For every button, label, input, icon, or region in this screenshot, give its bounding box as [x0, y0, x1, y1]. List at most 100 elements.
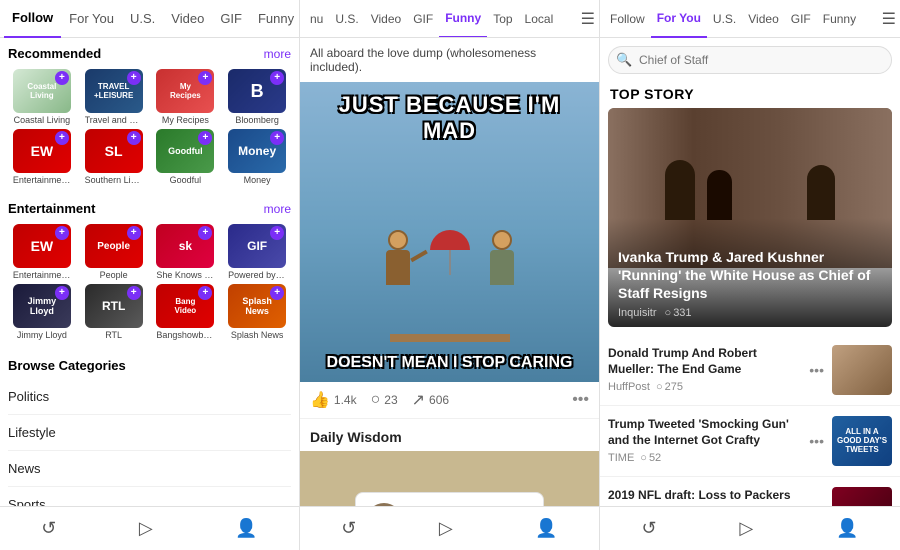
channel-jimmy[interactable]: JimmyLloyd + Jimmy Lloyd	[8, 284, 76, 340]
channel-gif[interactable]: GIF + Powered by Gfycat	[223, 224, 291, 280]
right-nav-us[interactable]: U.S.	[707, 0, 742, 38]
right-home-button[interactable]: ↺	[641, 518, 656, 539]
entertainment-more[interactable]: more	[264, 202, 291, 216]
channel-people-name: People	[100, 270, 128, 280]
figure2-head	[492, 230, 512, 250]
right-nav: Follow For You U.S. Video GIF Funny ☰	[600, 0, 900, 38]
comment-icon: ○	[656, 381, 663, 393]
left-nav-gif[interactable]: GIF	[212, 0, 250, 38]
right-nav-video[interactable]: Video	[742, 0, 784, 38]
channel-jimmy-name: Jimmy Lloyd	[17, 330, 67, 340]
mid-nav-menu-icon[interactable]: ☰	[581, 9, 595, 29]
channel-money[interactable]: Money + Money	[223, 129, 291, 185]
channel-bang[interactable]: BangVideo + Bangshowbiz Video	[152, 284, 220, 340]
news-item-trump-mueller[interactable]: Donald Trump And Robert Mueller: The End…	[600, 335, 900, 406]
left-nav-for-you[interactable]: For You	[61, 0, 122, 38]
channel-money-name: Money	[244, 175, 271, 185]
comment-button[interactable]: ○ 23	[371, 391, 398, 409]
post2-image: WB Warren Buffett @WarrenBuffettHQ You w…	[300, 451, 599, 506]
featured-overlay: Ivanka Trump & Jared Kushner 'Running' t…	[608, 218, 892, 327]
browse-news[interactable]: News	[8, 451, 291, 487]
right-profile-button[interactable]: 👤	[836, 518, 858, 539]
mid-nav-funny[interactable]: Funny	[439, 0, 487, 38]
recommended-more[interactable]: more	[264, 47, 291, 61]
entertainment-title: Entertainment	[8, 201, 264, 216]
browse-sports[interactable]: Sports	[8, 487, 291, 506]
umbrella-pole	[449, 250, 451, 275]
left-nav-follow[interactable]: Follow	[4, 0, 61, 38]
browse-politics[interactable]: Politics	[8, 379, 291, 415]
mid-nav-us[interactable]: U.S.	[329, 0, 364, 38]
channel-splash-name: Splash News	[231, 330, 284, 340]
channel-sl[interactable]: SL + Southern Living	[80, 129, 148, 185]
news-item-smocking[interactable]: Trump Tweeted 'Smocking Gun' and the Int…	[600, 406, 900, 477]
right-nav-follow[interactable]: Follow	[604, 0, 651, 38]
share-button[interactable]: ↗ 606	[412, 390, 449, 410]
right-bottom-nav: ↺ ▷ 👤	[600, 506, 900, 550]
channel-travel[interactable]: TRAVEL+LEISURE + Travel and Leisure	[80, 69, 148, 125]
channel-bloomberg[interactable]: B + Bloomberg	[223, 69, 291, 125]
search-input[interactable]	[608, 46, 892, 74]
comment-icon: ○	[640, 452, 647, 464]
left-home-button[interactable]: ↺	[41, 518, 56, 539]
umbrella-top	[430, 230, 470, 250]
entertainment-channels: EW + Entertainment Weekly People + Peopl…	[0, 220, 299, 348]
mid-nav-top[interactable]: Top	[487, 0, 518, 38]
mid-play-button[interactable]: ▷	[439, 518, 453, 539]
mid-nav-local[interactable]: Local	[519, 0, 560, 38]
mid-nav-gif[interactable]: GIF	[407, 0, 439, 38]
browse-section: Browse Categories Politics Lifestyle New…	[0, 348, 299, 506]
channel-goodful[interactable]: Goodful + Goodful	[152, 129, 220, 185]
news-more-1[interactable]: •••	[809, 362, 824, 378]
news-item-falcons[interactable]: 2019 NFL draft: Loss to Packers puts Fal…	[600, 477, 900, 506]
browse-lifestyle[interactable]: Lifestyle	[8, 415, 291, 451]
channel-myrecipes-name: My Recipes	[162, 115, 209, 125]
post1-actions: 👍 1.4k ○ 23 ↗ 606 •••	[300, 382, 599, 419]
channel-ew[interactable]: EW + Entertainment Weekly	[8, 129, 76, 185]
mid-nav-nu[interactable]: nu	[304, 0, 329, 38]
left-profile-button[interactable]: 👤	[235, 518, 257, 539]
featured-comment-count: 331	[673, 307, 691, 319]
mid-profile-button[interactable]: 👤	[535, 518, 557, 539]
share-count: 606	[429, 393, 449, 407]
comment-icon: ○	[371, 391, 381, 409]
right-nav-menu-icon[interactable]: ☰	[882, 9, 896, 29]
post2-title: Daily Wisdom	[300, 419, 599, 451]
right-play-button[interactable]: ▷	[739, 518, 753, 539]
meme-figures	[386, 230, 514, 285]
news-more-2[interactable]: •••	[809, 433, 824, 449]
news-source-1: HuffPost	[608, 381, 650, 393]
channel-people-logo: People +	[85, 224, 143, 268]
mid-panel: nu U.S. Video GIF Funny Top Local ☰ All …	[300, 0, 600, 550]
post1-more-button[interactable]: •••	[572, 391, 589, 409]
channel-plus-icon: +	[55, 71, 69, 85]
left-play-button[interactable]: ▷	[139, 518, 153, 539]
channel-jimmy-logo: JimmyLloyd +	[13, 284, 71, 328]
channel-splash[interactable]: SplashNews + Splash News	[223, 284, 291, 340]
post2-bg: WB Warren Buffett @WarrenBuffettHQ You w…	[300, 451, 599, 506]
channel-rtl[interactable]: RTL + RTL	[80, 284, 148, 340]
like-button[interactable]: 👍 1.4k	[310, 390, 357, 410]
channel-ew2[interactable]: EW + Entertainment Weekly	[8, 224, 76, 280]
left-nav-us[interactable]: U.S.	[122, 0, 163, 38]
mid-home-button[interactable]: ↺	[341, 518, 356, 539]
left-nav-video[interactable]: Video	[163, 0, 212, 38]
channel-sl-logo: SL +	[85, 129, 143, 173]
right-nav-funny[interactable]: Funny	[817, 0, 862, 38]
right-nav-for-you[interactable]: For You	[651, 0, 707, 38]
left-nav-funny[interactable]: Funny	[250, 0, 300, 38]
channel-plus-icon: +	[270, 226, 284, 240]
channel-myrecipes[interactable]: MyRecipes + My Recipes	[152, 69, 220, 125]
comment-count: 23	[384, 393, 397, 407]
search-wrapper: 🔍	[608, 46, 892, 74]
figure1-body	[386, 250, 410, 285]
featured-story[interactable]: Ivanka Trump & Jared Kushner 'Running' t…	[608, 108, 892, 327]
featured-title: Ivanka Trump & Jared Kushner 'Running' t…	[618, 248, 882, 303]
mid-nav-video[interactable]: Video	[365, 0, 407, 38]
right-nav-gif[interactable]: GIF	[785, 0, 817, 38]
channel-plus-icon: +	[270, 131, 284, 145]
channel-coastal[interactable]: CoastalLiving + Coastal Living	[8, 69, 76, 125]
channel-people[interactable]: People + People	[80, 224, 148, 280]
channel-ske[interactable]: sk + She Knows Entertainment	[152, 224, 220, 280]
bench	[390, 334, 510, 342]
